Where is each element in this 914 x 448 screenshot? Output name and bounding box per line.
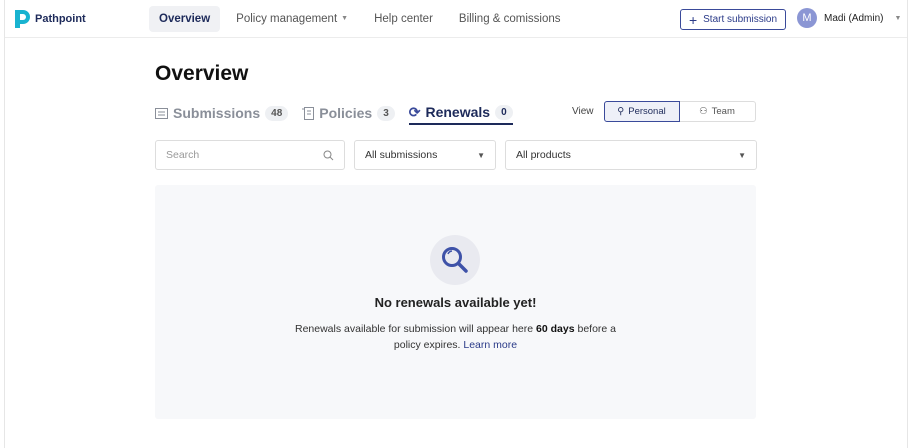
count-badge: 48 [265,105,289,121]
nav-billing[interactable]: Billing & comissions [449,6,571,32]
avatar: M [797,8,817,28]
nav-overview[interactable]: Overview [149,6,221,32]
nav-help-center[interactable]: Help center [364,6,443,32]
person-icon: ⚲ [617,106,625,117]
tab-label: Policies [319,105,373,121]
empty-state-description: Renewals available for submission will a… [285,321,626,353]
search-placeholder: Search [166,149,200,161]
view-team-label: Team [711,106,735,117]
view-personal-button[interactable]: ⚲ Personal [603,101,680,122]
search-input[interactable]: Search [155,140,345,170]
empty-state-panel: No renewals available yet! Renewals avai… [155,185,756,419]
page-title: Overview [155,62,249,85]
plus-icon: + [688,11,698,28]
caret-down-icon: ▼ [477,150,485,160]
user-menu[interactable]: M Madi (Admin) ▼ [797,8,901,28]
refresh-icon: ⟳ [408,103,421,120]
tab-submissions[interactable]: Submissions 48 [155,101,289,125]
desc-days: 60 days [536,323,575,335]
submissions-select[interactable]: All submissions ▼ [354,140,496,170]
tab-renewals[interactable]: ⟳ Renewals 0 [408,101,513,125]
tab-policies[interactable]: Policies 3 [302,101,395,125]
view-team-button[interactable]: ⚇ Team [679,101,756,122]
view-label: View [572,106,594,117]
magnifier-icon [442,247,468,273]
count-badge: 3 [377,105,395,121]
nav-policy-management[interactable]: Policy management ▼ [226,6,358,32]
desc-text: Renewals available for submission will a… [294,323,537,335]
tabs: Submissions 48 Policies 3 ⟳ Renewals 0 [155,101,513,125]
inbox-icon [155,107,168,119]
empty-state-title: No renewals available yet! [374,295,537,310]
caret-down-icon: ▼ [894,14,902,22]
brand-name: Pathpoint [35,13,86,25]
user-name: Madi (Admin) [824,12,884,24]
products-select[interactable]: All products ▼ [505,140,757,170]
empty-state-icon-circle [430,235,480,285]
scroll-icon [302,106,315,120]
learn-more-link[interactable]: Learn more [463,339,517,351]
pathpoint-logo-icon [15,10,30,28]
main-nav: Overview Policy management ▼ Help center … [149,6,571,32]
products-select-value: All products [516,149,571,161]
start-submission-button[interactable]: + Start submission [680,9,786,30]
tab-label: Renewals [425,104,491,120]
tab-label: Submissions [173,105,261,121]
brand-logo[interactable]: Pathpoint [15,10,86,28]
view-toggle: View ⚲ Personal ⚇ Team [572,101,756,122]
caret-down-icon: ▼ [341,15,349,23]
view-personal-label: Personal [628,106,666,117]
search-icon [323,150,334,160]
nav-policy-management-label: Policy management [236,13,338,25]
start-submission-label: Start submission [703,14,778,25]
caret-down-icon: ▼ [738,150,746,160]
team-icon: ⚇ [699,106,708,117]
count-badge: 0 [495,104,513,120]
submissions-select-value: All submissions [365,149,438,161]
